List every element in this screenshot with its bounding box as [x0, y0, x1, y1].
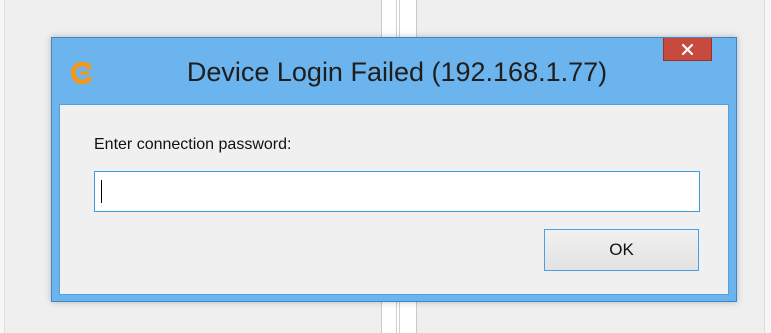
app-logo-icon [70, 61, 93, 85]
login-failed-dialog: Device Login Failed (192.168.1.77) Enter… [51, 37, 737, 302]
password-prompt-label: Enter connection password: [94, 136, 292, 153]
close-icon [681, 43, 694, 55]
dialog-title: Device Login Failed (192.168.1.77) [186, 57, 608, 87]
background-window-edge-right [764, 0, 771, 333]
close-button[interactable] [663, 38, 712, 61]
dialog-titlebar[interactable]: Device Login Failed (192.168.1.77) [52, 38, 736, 104]
ok-button[interactable]: OK [544, 229, 699, 271]
text-caret [101, 180, 102, 203]
dialog-content: Enter connection password: OK [59, 104, 729, 295]
background-window-edge-left [0, 0, 5, 333]
password-input[interactable] [94, 171, 700, 212]
